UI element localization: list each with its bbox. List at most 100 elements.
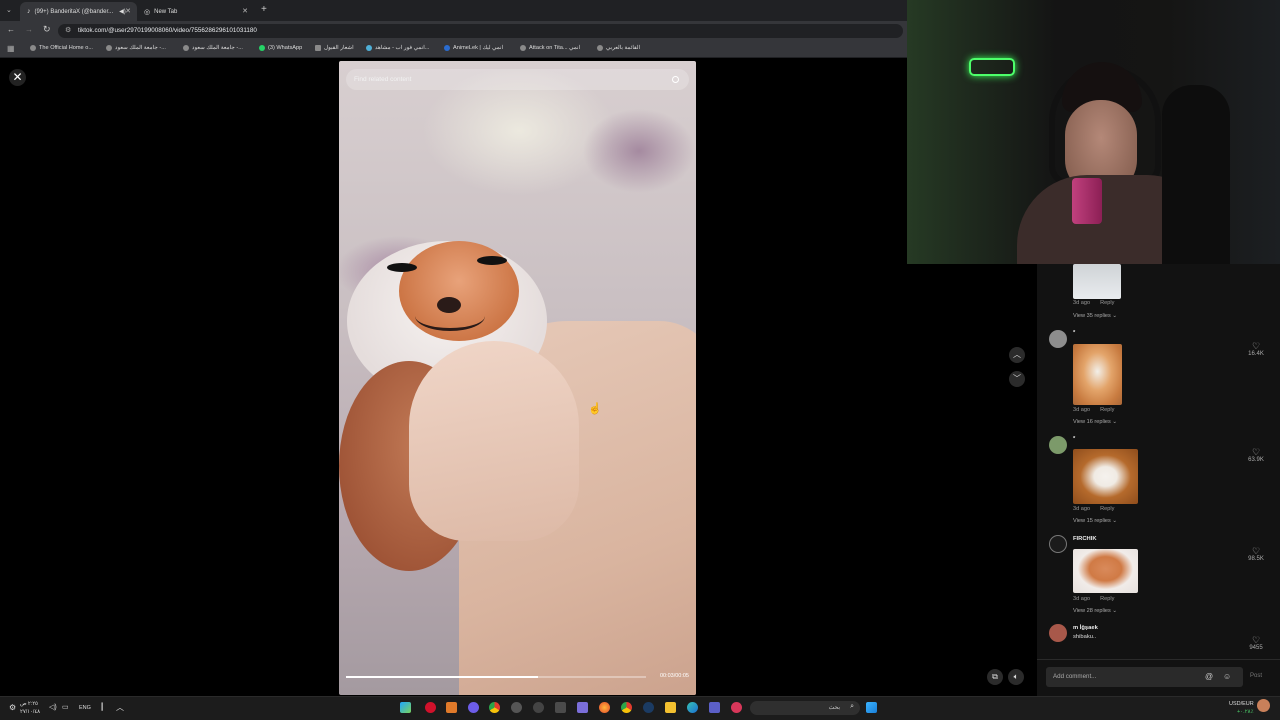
bookmark-item[interactable]: Attack on Tita... انمي	[520, 45, 580, 51]
emoji-icon[interactable]: ☺	[1223, 667, 1231, 687]
language-indicator[interactable]: ENG	[79, 705, 91, 711]
previous-video-button[interactable]: ︿	[1009, 347, 1025, 363]
add-comment-input[interactable]: Add comment... @ ☺	[1046, 667, 1243, 687]
comment-username[interactable]: FIRCHIK	[1073, 536, 1097, 542]
like-button[interactable]: ♡ 63.9K	[1241, 447, 1271, 463]
app-icon[interactable]	[446, 702, 457, 713]
heart-icon[interactable]: ♡	[1241, 635, 1271, 645]
app-icon[interactable]	[468, 702, 479, 713]
find-related-search[interactable]: Find related content	[346, 69, 689, 90]
close-tab-icon[interactable]: ✕	[242, 7, 248, 15]
steam-icon[interactable]	[643, 702, 654, 713]
app-icon[interactable]	[511, 702, 522, 713]
video-player[interactable]: Find related content 00:03/00:05	[339, 61, 696, 695]
avatar[interactable]	[1049, 436, 1067, 454]
like-button[interactable]: ♡ 9455	[1241, 635, 1271, 651]
widget-avatar-icon[interactable]	[1257, 699, 1270, 712]
comment-meta: 3d ago Reply	[1073, 596, 1115, 602]
comment-meta: 3d ago Reply	[1073, 407, 1115, 413]
show-hidden-icons[interactable]: ︿	[116, 702, 124, 713]
firefox-icon[interactable]	[599, 702, 610, 713]
comment-username[interactable]: *	[1073, 436, 1075, 442]
avatar[interactable]	[1049, 330, 1067, 348]
view-replies-link[interactable]: View 16 replies ⌄	[1073, 419, 1117, 425]
chrome-icon[interactable]	[621, 702, 632, 713]
like-button[interactable]: ♡ 16.4K	[1241, 341, 1271, 357]
bookmark-item[interactable]: القائمة بالعربي	[597, 45, 640, 51]
speaker-icon[interactable]: ◁)	[49, 703, 57, 711]
app-icon[interactable]	[533, 702, 544, 713]
like-button[interactable]: ♡ 98.5K	[1241, 546, 1271, 562]
video-progress-fill	[346, 676, 538, 678]
back-icon[interactable]: ←	[7, 25, 15, 34]
app-icon[interactable]	[555, 702, 566, 713]
bookmark-item[interactable]: جامعة الملك سعود -...	[183, 45, 243, 51]
search-icon[interactable]	[672, 76, 679, 83]
forward-icon[interactable]: →	[25, 25, 33, 34]
close-tab-icon[interactable]: ✕	[125, 7, 131, 15]
teams-icon[interactable]	[709, 702, 720, 713]
mention-icon[interactable]: @	[1205, 667, 1213, 687]
reply-link[interactable]: Reply	[1100, 506, 1114, 512]
reply-link[interactable]: Reply	[1100, 596, 1114, 602]
bookmark-item[interactable]: AnimeLek | انمي ليك	[444, 45, 503, 51]
file-explorer-icon[interactable]	[665, 702, 676, 713]
view-replies-link[interactable]: View 15 replies ⌄	[1073, 518, 1117, 524]
tab-title: (99+) BanderitaX (@bander...	[34, 8, 114, 15]
tab-tiktok[interactable]: ♪ (99+) BanderitaX (@bander... ◀) ✕	[20, 2, 137, 21]
bookmark-item[interactable]: (3) WhatsApp	[259, 45, 302, 51]
comment-meta: 3d ago Reply	[1073, 300, 1115, 306]
address-bar[interactable]: ⚙ tiktok.com/@user2970199008060/video/75…	[58, 24, 903, 38]
opera-icon[interactable]	[425, 702, 436, 713]
tab-list-icon[interactable]: ⌄	[6, 6, 12, 14]
network-icon[interactable]: ▭	[62, 703, 69, 711]
reply-link[interactable]: Reply	[1100, 300, 1114, 306]
edge-icon[interactable]	[687, 702, 698, 713]
app-icon[interactable]	[731, 702, 742, 713]
currency-label[interactable]: USD/EUR	[1229, 701, 1254, 707]
neon-sign	[969, 58, 1015, 76]
clock-date[interactable]: ٢٧/١٠/٤٨	[20, 709, 40, 715]
bookmark-favicon-icon	[106, 45, 112, 51]
new-tab-plus-icon[interactable]: +	[261, 4, 267, 15]
windows-start-icon[interactable]	[866, 702, 877, 713]
close-video-button[interactable]: ✕	[9, 69, 26, 86]
heart-icon[interactable]: ♡	[1241, 546, 1271, 556]
heart-icon[interactable]: ♡	[1241, 447, 1271, 457]
bookmark-item[interactable]: انمي فور اب - مشاهد...	[366, 45, 429, 51]
microphone-icon[interactable]: ┃	[100, 703, 104, 711]
next-video-button[interactable]: ﹀	[1009, 371, 1025, 387]
view-replies-link[interactable]: View 28 replies ⌄	[1073, 608, 1117, 614]
volume-icon[interactable]: 🔈︎	[1008, 669, 1024, 685]
heart-icon[interactable]: ♡	[1241, 341, 1271, 351]
bookmark-item[interactable]: اشعار القبول	[315, 45, 354, 51]
copilot-icon[interactable]	[400, 702, 411, 713]
site-info-icon[interactable]: ⚙	[65, 24, 71, 38]
tab-new-tab[interactable]: ◎ New Tab ✕	[137, 2, 254, 21]
avatar[interactable]	[1049, 624, 1067, 642]
bookmark-item[interactable]: The Official Home o...	[30, 45, 93, 51]
view-replies-link[interactable]: View 35 replies ⌄	[1073, 313, 1117, 319]
comment-gif-image[interactable]	[1073, 449, 1138, 504]
whatsapp-icon	[259, 45, 265, 51]
comment-gif-image[interactable]	[1073, 549, 1138, 593]
avatar[interactable]	[1049, 535, 1067, 553]
globe-icon: ◎	[144, 8, 151, 16]
settings-icon[interactable]: ⚙	[9, 703, 16, 712]
reply-link[interactable]: Reply	[1100, 407, 1114, 413]
picture-in-picture-icon[interactable]: ⧉	[987, 669, 1003, 685]
video-progress-bar[interactable]	[346, 676, 646, 678]
bookmark-item[interactable]: جامعة الملك سعود -...	[106, 45, 166, 51]
chrome-icon[interactable]	[489, 702, 500, 713]
reload-icon[interactable]: ↻	[43, 24, 51, 35]
apps-grid-icon[interactable]: ▦	[7, 44, 15, 53]
taskbar-search[interactable]: بحث ⌕	[750, 701, 860, 715]
like-count: 16.4K	[1248, 351, 1264, 357]
clock-time[interactable]: ٢:٢٥ ص	[20, 701, 38, 707]
comment-username[interactable]: m İğşaek	[1073, 625, 1098, 631]
app-icon[interactable]	[577, 702, 588, 713]
comment-username[interactable]: *	[1073, 330, 1075, 336]
comment-gif-image[interactable]	[1073, 344, 1122, 405]
post-button[interactable]: Post	[1250, 673, 1262, 679]
comment-gif-image[interactable]	[1073, 264, 1121, 299]
